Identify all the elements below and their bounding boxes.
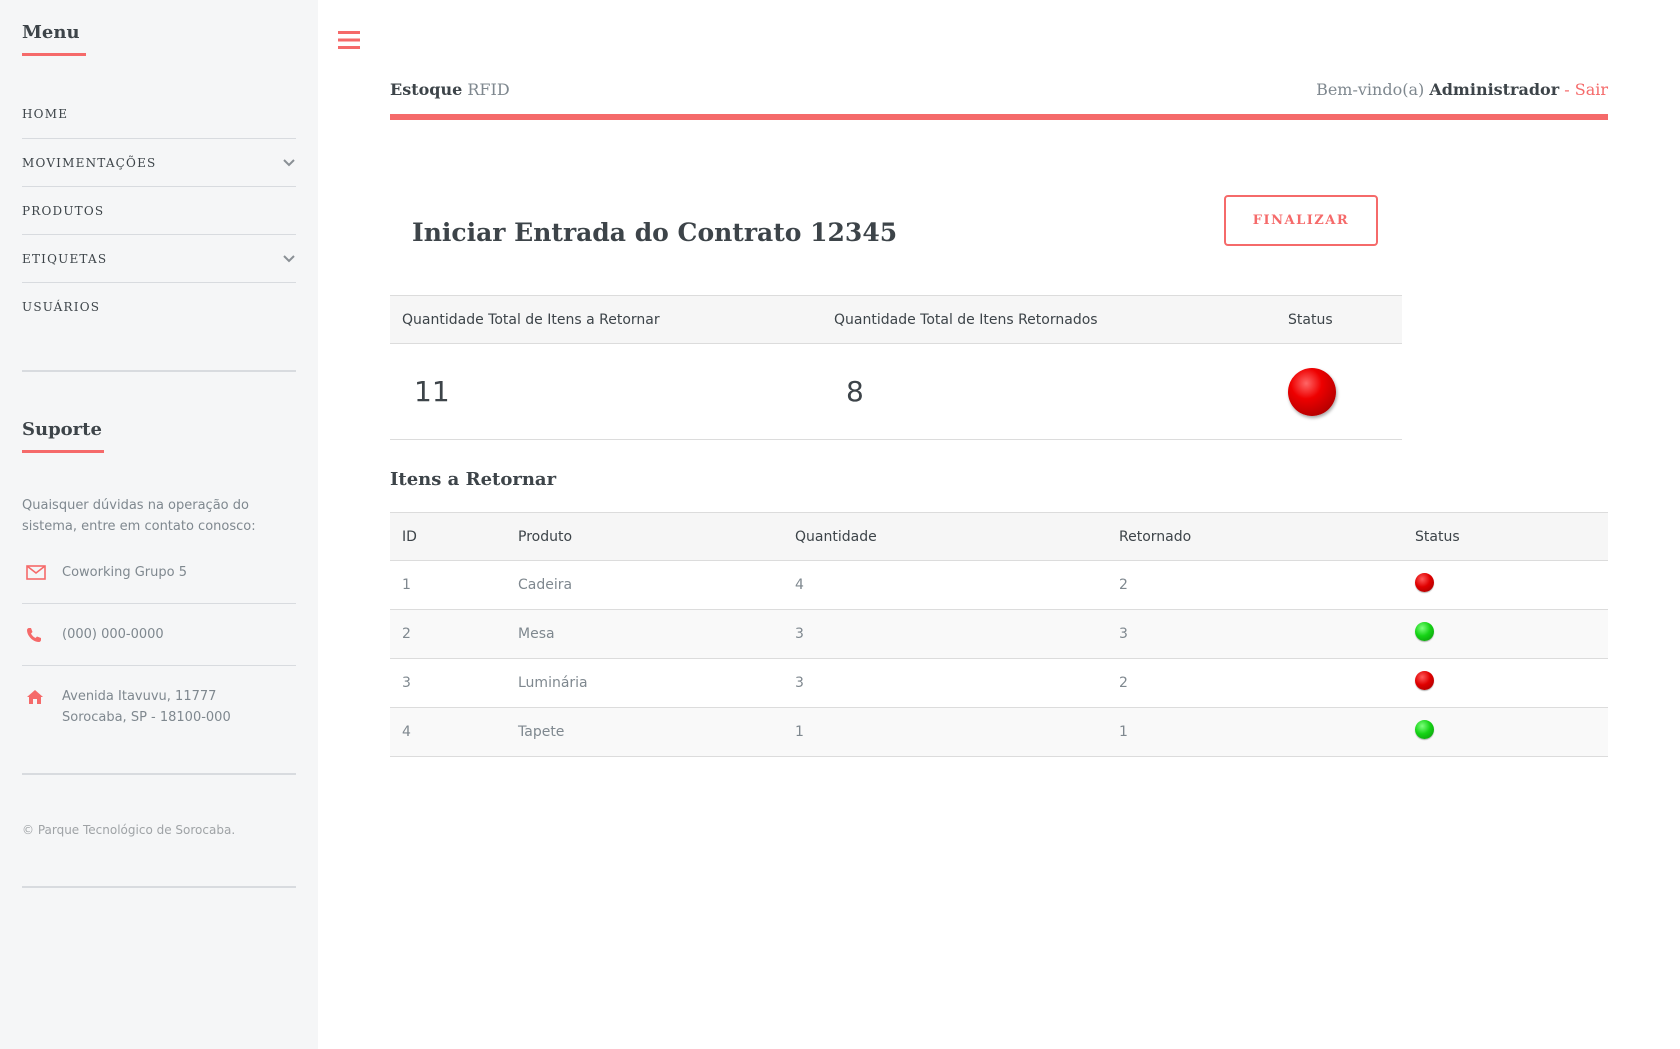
menu-item-usuarios[interactable]: USUÁRIOS xyxy=(22,282,296,330)
cell-produto: Tapete xyxy=(506,707,783,757)
contact-email-text: Coworking Grupo 5 xyxy=(62,565,187,580)
items-header-row: ID Produto Quantidade Retornado Status xyxy=(390,512,1608,561)
menu-item-label: MOVIMENTAÇÕES xyxy=(22,155,157,170)
logout-link[interactable]: Sair xyxy=(1575,80,1608,99)
brand-strong: Estoque xyxy=(390,79,463,99)
cell-id: 4 xyxy=(390,707,506,757)
contact-divider xyxy=(22,603,296,604)
cell-quantidade: 3 xyxy=(783,609,1107,659)
summary-header-to-return: Quantidade Total de Itens a Retornar xyxy=(390,295,834,344)
sidebar-divider xyxy=(22,886,296,888)
menu-item-home[interactable]: HOME xyxy=(22,90,296,138)
contact-address-line1: Avenida Itavuvu, 11777 xyxy=(62,689,217,704)
support-header: Suporte xyxy=(22,419,296,453)
top-header: Estoque RFID Bem-vindo(a) Administrador … xyxy=(390,74,1608,104)
contact-address: Avenida Itavuvu, 11777 Sorocaba, SP - 18… xyxy=(22,686,296,728)
cell-id: 1 xyxy=(390,560,506,610)
support-heading: Suporte xyxy=(22,419,102,440)
items-table: ID Produto Quantidade Retornado Status 1… xyxy=(390,512,1608,757)
support-text: Quaisquer dúvidas na operação do sistema… xyxy=(22,498,256,534)
sidebar-divider xyxy=(22,370,296,372)
col-header-status: Status xyxy=(1403,512,1608,561)
cell-retornado: 2 xyxy=(1107,658,1403,708)
welcome-text: Bem-vindo(a) xyxy=(1316,79,1425,99)
menu-item-label: PRODUTOS xyxy=(22,203,105,218)
page-title: Iniciar Entrada do Contrato 12345 xyxy=(412,218,898,247)
table-row: 2 Mesa 3 3 xyxy=(390,609,1608,659)
col-header-id: ID xyxy=(390,512,506,561)
table-row: 3 Luminária 3 2 xyxy=(390,658,1608,708)
summary-header-row: Quantidade Total de Itens a Retornar Qua… xyxy=(390,295,1402,344)
status-indicator-red xyxy=(1288,367,1336,416)
menu-item-label: USUÁRIOS xyxy=(22,299,101,314)
support-heading-underline xyxy=(22,450,104,453)
contact-email: Coworking Grupo 5 xyxy=(22,562,296,583)
contact-phone: (000) 000-0000 xyxy=(22,624,296,645)
contact-divider xyxy=(22,665,296,666)
menu-heading-underline xyxy=(22,53,86,56)
phone-icon xyxy=(22,624,62,645)
header-accent-bar xyxy=(390,114,1608,120)
summary-row: 11 8 xyxy=(390,343,1402,440)
menu-item-label: ETIQUETAS xyxy=(22,251,108,266)
cell-quantidade: 1 xyxy=(783,707,1107,757)
hamburger-icon[interactable] xyxy=(337,30,363,52)
status-dot-red xyxy=(1415,572,1434,592)
summary-table: Quantidade Total de Itens a Retornar Qua… xyxy=(390,295,1402,440)
menu-item-produtos[interactable]: PRODUTOS xyxy=(22,186,296,234)
menu-heading: Menu xyxy=(22,22,80,43)
menu-item-movimentacoes[interactable]: MOVIMENTAÇÕES xyxy=(22,138,296,186)
user-name: Administrador xyxy=(1429,79,1560,99)
cell-retornado: 1 xyxy=(1107,707,1403,757)
menu-item-label: HOME xyxy=(22,107,69,121)
cell-produto: Mesa xyxy=(506,609,783,659)
chevron-down-icon[interactable] xyxy=(282,156,296,170)
menu-header: Menu xyxy=(22,22,296,56)
total-returned: 8 xyxy=(834,343,1288,440)
home-icon xyxy=(22,686,62,707)
chevron-down-icon[interactable] xyxy=(282,252,296,266)
cell-id: 2 xyxy=(390,609,506,659)
envelope-icon xyxy=(22,562,62,583)
cell-retornado: 3 xyxy=(1107,609,1403,659)
contact-phone-text: (000) 000-0000 xyxy=(62,627,164,642)
status-dot-green xyxy=(1415,719,1434,739)
cell-id: 3 xyxy=(390,658,506,708)
logout-separator: - xyxy=(1564,79,1570,99)
menu-item-etiquetas[interactable]: ETIQUETAS xyxy=(22,234,296,282)
cell-retornado: 2 xyxy=(1107,560,1403,610)
brand-light: RFID xyxy=(467,79,510,99)
summary-header-status: Status xyxy=(1288,295,1402,344)
status-dot-green xyxy=(1415,621,1434,641)
cell-produto: Cadeira xyxy=(506,560,783,610)
cell-quantidade: 4 xyxy=(783,560,1107,610)
table-row: 4 Tapete 1 1 xyxy=(390,707,1608,757)
total-to-return: 11 xyxy=(390,343,834,440)
col-header-produto: Produto xyxy=(506,512,783,561)
col-header-quantidade: Quantidade xyxy=(783,512,1107,561)
cell-quantidade: 3 xyxy=(783,658,1107,708)
sidebar: Menu HOME MOVIMENTAÇÕES PRODUTOS ETIQUET… xyxy=(0,0,318,1049)
table-row: 1 Cadeira 4 2 xyxy=(390,560,1608,610)
summary-header-returned: Quantidade Total de Itens Retornados xyxy=(834,295,1288,344)
menu-list: HOME MOVIMENTAÇÕES PRODUTOS ETIQUETAS US… xyxy=(22,90,296,330)
copyright: © Parque Tecnológico de Sorocaba. xyxy=(22,823,236,837)
sidebar-divider xyxy=(22,773,296,775)
finalize-button[interactable]: FINALIZAR xyxy=(1224,195,1378,246)
user-greeting: Bem-vindo(a) Administrador - Sair xyxy=(1316,80,1608,99)
brand[interactable]: Estoque RFID xyxy=(390,80,510,99)
col-header-retornado: Retornado xyxy=(1107,512,1403,561)
cell-produto: Luminária xyxy=(506,658,783,708)
status-dot-red xyxy=(1415,670,1434,690)
contact-address-line2: Sorocaba, SP - 18100-000 xyxy=(62,710,231,725)
items-section-title: Itens a Retornar xyxy=(390,469,557,490)
